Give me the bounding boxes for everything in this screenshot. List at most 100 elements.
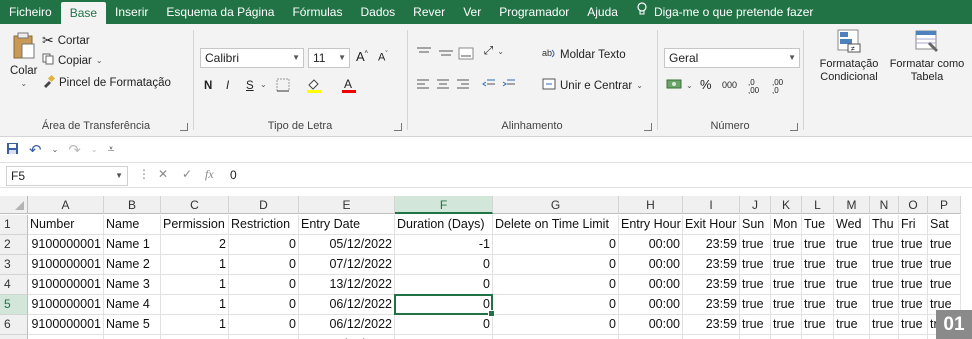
tab-ajuda[interactable]: Ajuda (578, 0, 627, 24)
table-cell[interactable]: true (771, 255, 802, 275)
row-header-6[interactable]: 6 (0, 315, 28, 335)
table-cell[interactable]: true (870, 235, 899, 255)
table-cell[interactable]: true (740, 275, 771, 295)
table-cell[interactable]: true (834, 275, 870, 295)
header-cell[interactable]: Mon (771, 215, 802, 235)
table-cell[interactable]: true (802, 275, 834, 295)
dialog-launcher-icon[interactable] (394, 123, 402, 131)
header-cell[interactable]: Tue (802, 215, 834, 235)
table-cell[interactable]: Name 3 (104, 275, 161, 295)
table-cell[interactable]: true (802, 295, 834, 315)
row-header-4[interactable]: 4 (0, 275, 28, 295)
table-cell[interactable]: 1 (161, 275, 229, 295)
table-cell[interactable]: true (771, 275, 802, 295)
table-cell[interactable]: 06/12/2022 (299, 295, 395, 315)
table-cell[interactable]: 0 (229, 235, 299, 255)
table-cell[interactable]: 13/12/2022 (299, 275, 395, 295)
table-cell[interactable]: true (870, 275, 899, 295)
percent-button[interactable]: % (700, 77, 712, 92)
header-cell[interactable]: Thu (870, 215, 899, 235)
header-cell[interactable]: Permission (161, 215, 229, 235)
chevron-down-icon[interactable]: ⌄ (260, 80, 267, 89)
table-cell[interactable]: true (802, 235, 834, 255)
table-cell[interactable]: true (771, 295, 802, 315)
table-cell[interactable]: Name 6 (104, 335, 161, 339)
decrease-decimal-button[interactable]: ,00 ,0 (772, 79, 790, 95)
tab-rever[interactable]: Rever (404, 0, 454, 24)
row-header-1[interactable]: 1 (0, 215, 28, 235)
table-cell[interactable]: true (834, 235, 870, 255)
table-cell[interactable]: 9100000001 (28, 315, 104, 335)
column-header-j[interactable]: J (740, 196, 771, 214)
table-cell[interactable]: true (834, 255, 870, 275)
column-header-b[interactable]: B (104, 196, 161, 214)
tab-programador[interactable]: Programador (490, 0, 578, 24)
table-cell[interactable]: Name 4 (104, 295, 161, 315)
merge-center-button[interactable]: Unir e Centrar ⌄ (542, 78, 643, 93)
table-cell[interactable]: 00:00 (619, 335, 683, 339)
table-cell[interactable]: 9100000001 (28, 335, 104, 339)
table-cell[interactable]: true (802, 335, 834, 339)
cancel-icon[interactable]: ✕ (158, 167, 168, 181)
dialog-launcher-icon[interactable] (644, 123, 652, 131)
table-cell[interactable]: true (740, 335, 771, 339)
font-name-select[interactable]: Calibri ▼ (200, 48, 304, 68)
cut-button[interactable]: ✂ Cortar (42, 32, 90, 49)
decrease-font-button[interactable]: Aˇ (378, 51, 388, 64)
table-cell[interactable]: true (870, 295, 899, 315)
thousands-separator-button[interactable]: 000 (722, 80, 737, 90)
tab-ficheiro[interactable]: Ficheiro (0, 0, 61, 24)
increase-decimal-button[interactable]: ,0 ,00 (748, 79, 766, 95)
conditional-formatting-button[interactable]: ≠ Formatação Condicional (810, 28, 888, 83)
table-cell[interactable]: true (870, 315, 899, 335)
drag-handle-icon[interactable]: ⋮ (138, 167, 150, 181)
table-cell[interactable]: Name 5 (104, 315, 161, 335)
table-cell[interactable]: true (899, 255, 928, 275)
number-format-select[interactable]: Geral ▼ (664, 48, 800, 68)
table-cell[interactable]: true (899, 335, 928, 339)
tell-me-box[interactable]: Diga-me o que pretende fazer (627, 0, 822, 24)
column-header-h[interactable]: H (619, 196, 683, 214)
underline-button[interactable]: S (246, 80, 254, 92)
chevron-down-icon[interactable]: ⌄ (91, 145, 98, 154)
table-cell[interactable]: 23:59 (683, 255, 740, 275)
table-cell[interactable]: true (899, 315, 928, 335)
table-cell[interactable]: -1 (395, 235, 493, 255)
column-header-o[interactable]: O (899, 196, 928, 214)
table-cell[interactable]: Name 2 (104, 255, 161, 275)
column-header-a[interactable]: A (28, 196, 104, 214)
table-cell[interactable]: 1 (161, 295, 229, 315)
table-cell[interactable]: true (870, 335, 899, 339)
header-cell[interactable]: Number (28, 215, 104, 235)
column-header-e[interactable]: E (299, 196, 395, 214)
table-cell[interactable]: 0 (229, 295, 299, 315)
row-header-3[interactable]: 3 (0, 255, 28, 275)
tab-inserir[interactable]: Inserir (106, 0, 157, 24)
increase-indent-button[interactable] (502, 78, 516, 93)
table-cell[interactable]: 0 (229, 275, 299, 295)
borders-button[interactable] (276, 78, 290, 95)
header-cell[interactable]: Sat (928, 215, 961, 235)
table-cell[interactable]: true (771, 335, 802, 339)
tab-base[interactable]: Base (60, 2, 107, 24)
column-header-c[interactable]: C (161, 196, 229, 214)
bold-button[interactable]: N (204, 80, 212, 92)
table-cell[interactable]: true (870, 255, 899, 275)
column-header-f[interactable]: F (395, 196, 493, 214)
format-as-table-button[interactable]: Formatar como Tabela (884, 28, 970, 83)
table-cell[interactable]: 9100000001 (28, 255, 104, 275)
table-cell[interactable]: 23:59 (683, 315, 740, 335)
table-cell[interactable]: 06/12/2022 (299, 335, 395, 339)
header-cell[interactable]: Fri (899, 215, 928, 235)
fill-color-button[interactable] (306, 77, 322, 96)
table-cell[interactable]: 00:00 (619, 295, 683, 315)
table-cell[interactable]: 0 (493, 315, 619, 335)
table-cell[interactable]: Name 1 (104, 235, 161, 255)
align-left-button[interactable] (416, 78, 430, 93)
accounting-format-button[interactable]: ⌄ (666, 78, 693, 93)
header-cell[interactable]: Delete on Time Limit (493, 215, 619, 235)
tab-ver[interactable]: Ver (454, 0, 490, 24)
table-cell[interactable]: true (834, 315, 870, 335)
wrap-text-button[interactable]: ab Moldar Texto (542, 46, 626, 63)
table-cell[interactable]: true (802, 255, 834, 275)
